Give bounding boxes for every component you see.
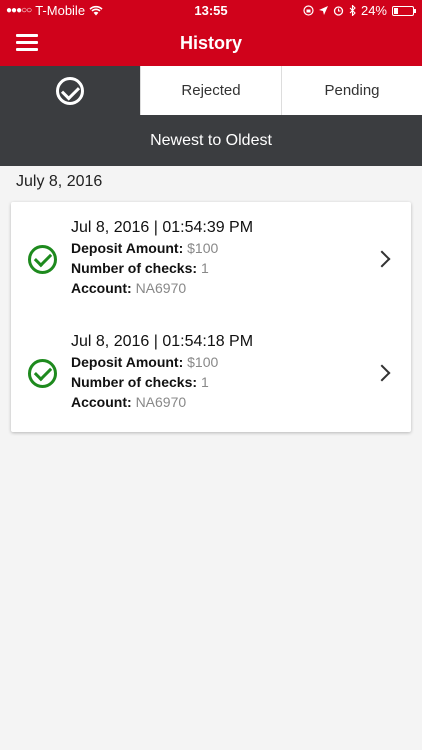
deposit-details: Jul 8, 2016 | 01:54:39 PM Deposit Amount…: [71, 218, 253, 298]
deposit-amount-value: $100: [187, 354, 219, 370]
deposit-list-item[interactable]: Jul 8, 2016 | 01:54:39 PM Deposit Amount…: [11, 202, 411, 316]
battery-icon: [392, 5, 416, 16]
deposit-amount-row: Deposit Amount: $100: [71, 352, 253, 372]
battery-level-fill: [394, 7, 398, 14]
tab-approved[interactable]: [0, 66, 140, 115]
lock-rotation-icon: [303, 5, 314, 16]
location-icon: [318, 5, 328, 15]
deposit-amount-label: Deposit Amount:: [71, 240, 184, 256]
account-row: Account: NA6970: [71, 392, 253, 412]
deposit-amount-label: Deposit Amount:: [71, 354, 184, 370]
check-count-label: Number of checks:: [71, 260, 198, 276]
account-row: Account: NA6970: [71, 278, 253, 298]
check-count-row: Number of checks: 1: [71, 372, 253, 392]
tab-rejected[interactable]: Rejected: [140, 66, 281, 115]
sort-order-button[interactable]: Newest to Oldest: [0, 115, 422, 166]
account-value: NA6970: [135, 280, 187, 296]
check-count-value: 1: [200, 374, 209, 390]
check-circle-icon: [56, 76, 84, 105]
battery-percent: 24%: [360, 3, 387, 18]
status-bar: ●●●○○ T-Mobile 13:55 24%: [0, 0, 422, 22]
date-group-header: July 8, 2016: [16, 173, 103, 190]
deposit-timestamp: Jul 8, 2016 | 01:54:39 PM: [71, 219, 254, 236]
check-count-label: Number of checks:: [71, 374, 198, 390]
check-circle-icon: [28, 359, 57, 388]
account-label: Account:: [71, 280, 132, 296]
deposit-list-item[interactable]: Jul 8, 2016 | 01:54:18 PM Deposit Amount…: [11, 316, 411, 430]
check-circle-icon: [28, 245, 57, 274]
deposit-amount-row: Deposit Amount: $100: [71, 238, 253, 258]
app-bar: History: [0, 22, 422, 66]
status-right: 24%: [303, 3, 416, 18]
deposits-card: Jul 8, 2016 | 01:54:39 PM Deposit Amount…: [11, 202, 411, 432]
account-label: Account:: [71, 394, 132, 410]
check-count-value: 1: [200, 260, 209, 276]
deposit-timestamp: Jul 8, 2016 | 01:54:18 PM: [71, 333, 254, 350]
alarm-icon: [333, 6, 344, 16]
status-tabs: Rejected Pending: [0, 66, 422, 115]
check-count-row: Number of checks: 1: [71, 258, 253, 278]
page-title: History: [179, 33, 242, 53]
deposit-amount-value: $100: [187, 240, 219, 256]
account-value: NA6970: [135, 394, 187, 410]
chevron-right-icon: [373, 250, 391, 268]
bluetooth-icon: [349, 5, 356, 16]
tab-pending[interactable]: Pending: [281, 66, 422, 115]
chevron-right-icon: [373, 364, 391, 382]
deposit-details: Jul 8, 2016 | 01:54:18 PM Deposit Amount…: [71, 332, 253, 412]
